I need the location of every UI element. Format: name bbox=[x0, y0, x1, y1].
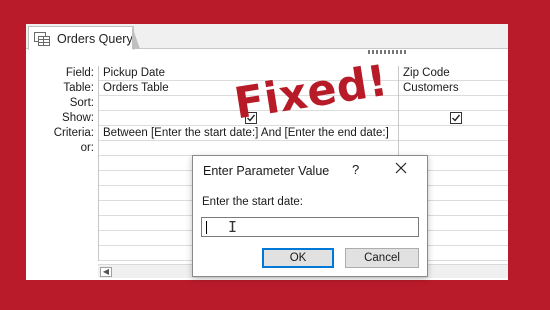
field-cell[interactable]: Zip Code bbox=[399, 66, 508, 81]
grid-row-labels: Field: Table: Sort: Show: Criteria: or: bbox=[26, 66, 94, 156]
help-button[interactable]: ? bbox=[352, 162, 359, 177]
parameter-input[interactable]: I bbox=[201, 217, 419, 237]
query-icon bbox=[34, 31, 50, 46]
row-label-field: Field: bbox=[65, 67, 94, 79]
checkmark-icon bbox=[452, 114, 461, 122]
show-checkbox[interactable] bbox=[450, 112, 462, 124]
parameter-prompt: Enter the start date: bbox=[202, 196, 304, 208]
scroll-left-arrow-icon[interactable]: ◀ bbox=[100, 267, 112, 277]
or-cell[interactable] bbox=[99, 141, 398, 156]
document-tab-strip: Orders Query bbox=[26, 24, 508, 50]
i-beam-cursor-icon: I bbox=[228, 218, 238, 236]
row-label-show: Show: bbox=[62, 112, 94, 124]
or-cell[interactable] bbox=[399, 141, 508, 156]
text-caret bbox=[206, 221, 207, 234]
criteria-cell[interactable] bbox=[399, 126, 508, 141]
tab-edge bbox=[132, 26, 140, 49]
tab-label: Orders Query bbox=[57, 31, 133, 46]
row-label-criteria: Criteria: bbox=[53, 127, 94, 139]
cancel-button[interactable]: Cancel bbox=[345, 248, 419, 268]
tab-orders-query[interactable]: Orders Query bbox=[28, 26, 134, 50]
show-cell bbox=[399, 111, 508, 126]
enter-parameter-dialog: Enter Parameter Value ? Enter the start … bbox=[192, 155, 428, 277]
pane-splitter-grip[interactable] bbox=[368, 50, 406, 54]
sort-cell[interactable] bbox=[399, 96, 508, 111]
table-cell[interactable]: Customers bbox=[399, 81, 508, 96]
row-label-or: or: bbox=[80, 142, 94, 154]
row-label-table: Table: bbox=[63, 82, 94, 94]
dialog-title: Enter Parameter Value bbox=[203, 164, 330, 178]
ok-button[interactable]: OK bbox=[262, 248, 334, 268]
row-label-sort: Sort: bbox=[69, 97, 94, 109]
criteria-cell[interactable]: Between [Enter the start date:] And [Ent… bbox=[99, 126, 398, 141]
close-icon[interactable] bbox=[394, 161, 408, 175]
